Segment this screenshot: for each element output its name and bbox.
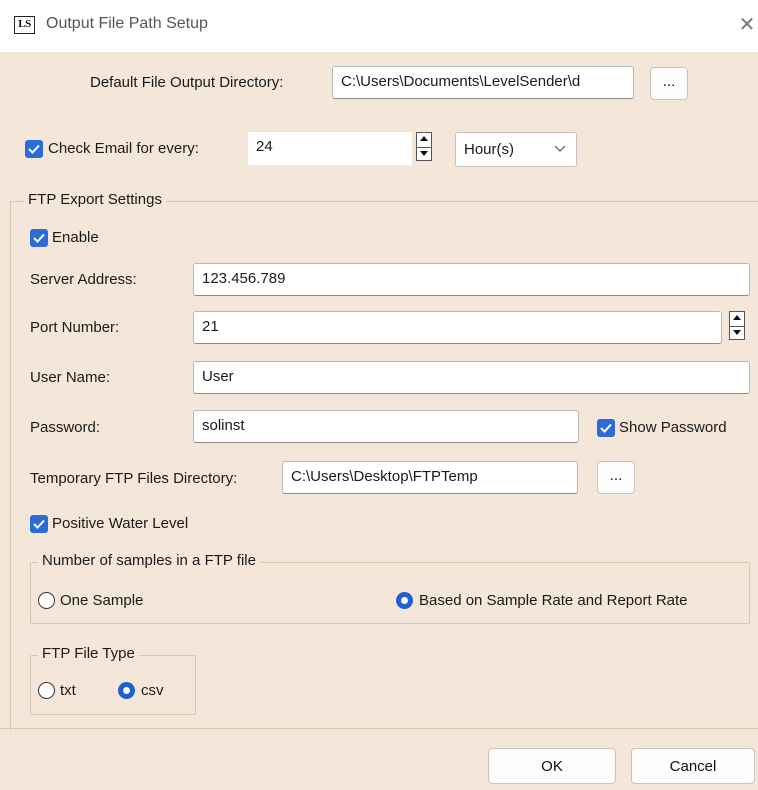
server-address-input[interactable]: 123.456.789 [193, 263, 750, 296]
footer-separator [0, 728, 758, 729]
based-on-rate-label: Based on Sample Rate and Report Rate [419, 592, 688, 609]
email-unit-select[interactable]: Hour(s) [455, 132, 577, 167]
stepper-down-button[interactable] [417, 146, 431, 161]
port-number-stepper[interactable] [729, 311, 745, 340]
file-type-group-title: FTP File Type [38, 644, 139, 664]
stepper-down-button[interactable] [730, 325, 744, 340]
output-dir-input[interactable]: C:\Users\Documents\LevelSender\d [332, 66, 634, 99]
ftp-group-title: FTP Export Settings [24, 190, 166, 210]
password-input[interactable]: solinst [193, 410, 579, 443]
ftp-group-frame-left [10, 201, 11, 731]
close-icon[interactable]: ✕ [737, 14, 757, 36]
check-email-label: Check Email for every: [48, 140, 199, 157]
ftp-enable-checkbox[interactable] [30, 229, 48, 247]
file-type-group-frame [30, 655, 196, 715]
window-title: Output File Path Setup [46, 15, 208, 32]
output-dir-label: Default File Output Directory: [90, 74, 284, 91]
csv-label: csv [141, 682, 164, 699]
temp-dir-input[interactable]: C:\Users\Desktop\FTPTemp [282, 461, 578, 494]
txt-label: txt [60, 682, 76, 699]
checkmark-icon [33, 519, 45, 529]
ftp-enable-label: Enable [52, 229, 99, 246]
password-label: Password: [30, 419, 101, 436]
show-password-checkbox[interactable] [597, 419, 615, 437]
email-unit-value: Hour(s) [464, 141, 515, 158]
csv-radio[interactable] [118, 682, 135, 699]
txt-radio[interactable] [38, 682, 55, 699]
port-number-label: Port Number: [30, 319, 120, 336]
one-sample-label: One Sample [60, 592, 144, 609]
checkmark-icon [33, 233, 45, 243]
output-dir-browse-button[interactable]: ... [650, 67, 688, 100]
arrow-down-icon [733, 329, 741, 335]
server-address-label: Server Address: [30, 271, 137, 288]
stepper-up-button[interactable] [730, 312, 744, 326]
user-name-label: User Name: [30, 369, 111, 386]
user-name-input[interactable]: User [193, 361, 750, 394]
arrow-up-icon [733, 315, 741, 320]
show-password-label: Show Password [619, 419, 727, 436]
chevron-down-icon [554, 145, 566, 152]
port-number-input[interactable]: 21 [193, 311, 722, 344]
arrow-down-icon [420, 150, 428, 156]
check-email-checkbox[interactable] [25, 140, 43, 158]
checkmark-icon [600, 423, 612, 433]
ls-app-icon: LS [14, 16, 35, 34]
cancel-button[interactable]: Cancel [631, 748, 755, 784]
positive-water-level-checkbox[interactable] [30, 515, 48, 533]
arrow-up-icon [420, 136, 428, 141]
temp-dir-browse-button[interactable]: ... [597, 461, 635, 494]
email-interval-input[interactable]: 24 [248, 132, 412, 165]
temp-dir-label: Temporary FTP Files Directory: [30, 470, 238, 487]
email-interval-stepper[interactable] [416, 132, 432, 161]
checkmark-icon [28, 144, 40, 154]
based-on-rate-radio[interactable] [396, 592, 413, 609]
stepper-up-button[interactable] [417, 133, 431, 147]
positive-water-level-label: Positive Water Level [52, 515, 189, 532]
samples-group-title: Number of samples in a FTP file [38, 551, 260, 571]
ok-button[interactable]: OK [488, 748, 616, 784]
one-sample-radio[interactable] [38, 592, 55, 609]
